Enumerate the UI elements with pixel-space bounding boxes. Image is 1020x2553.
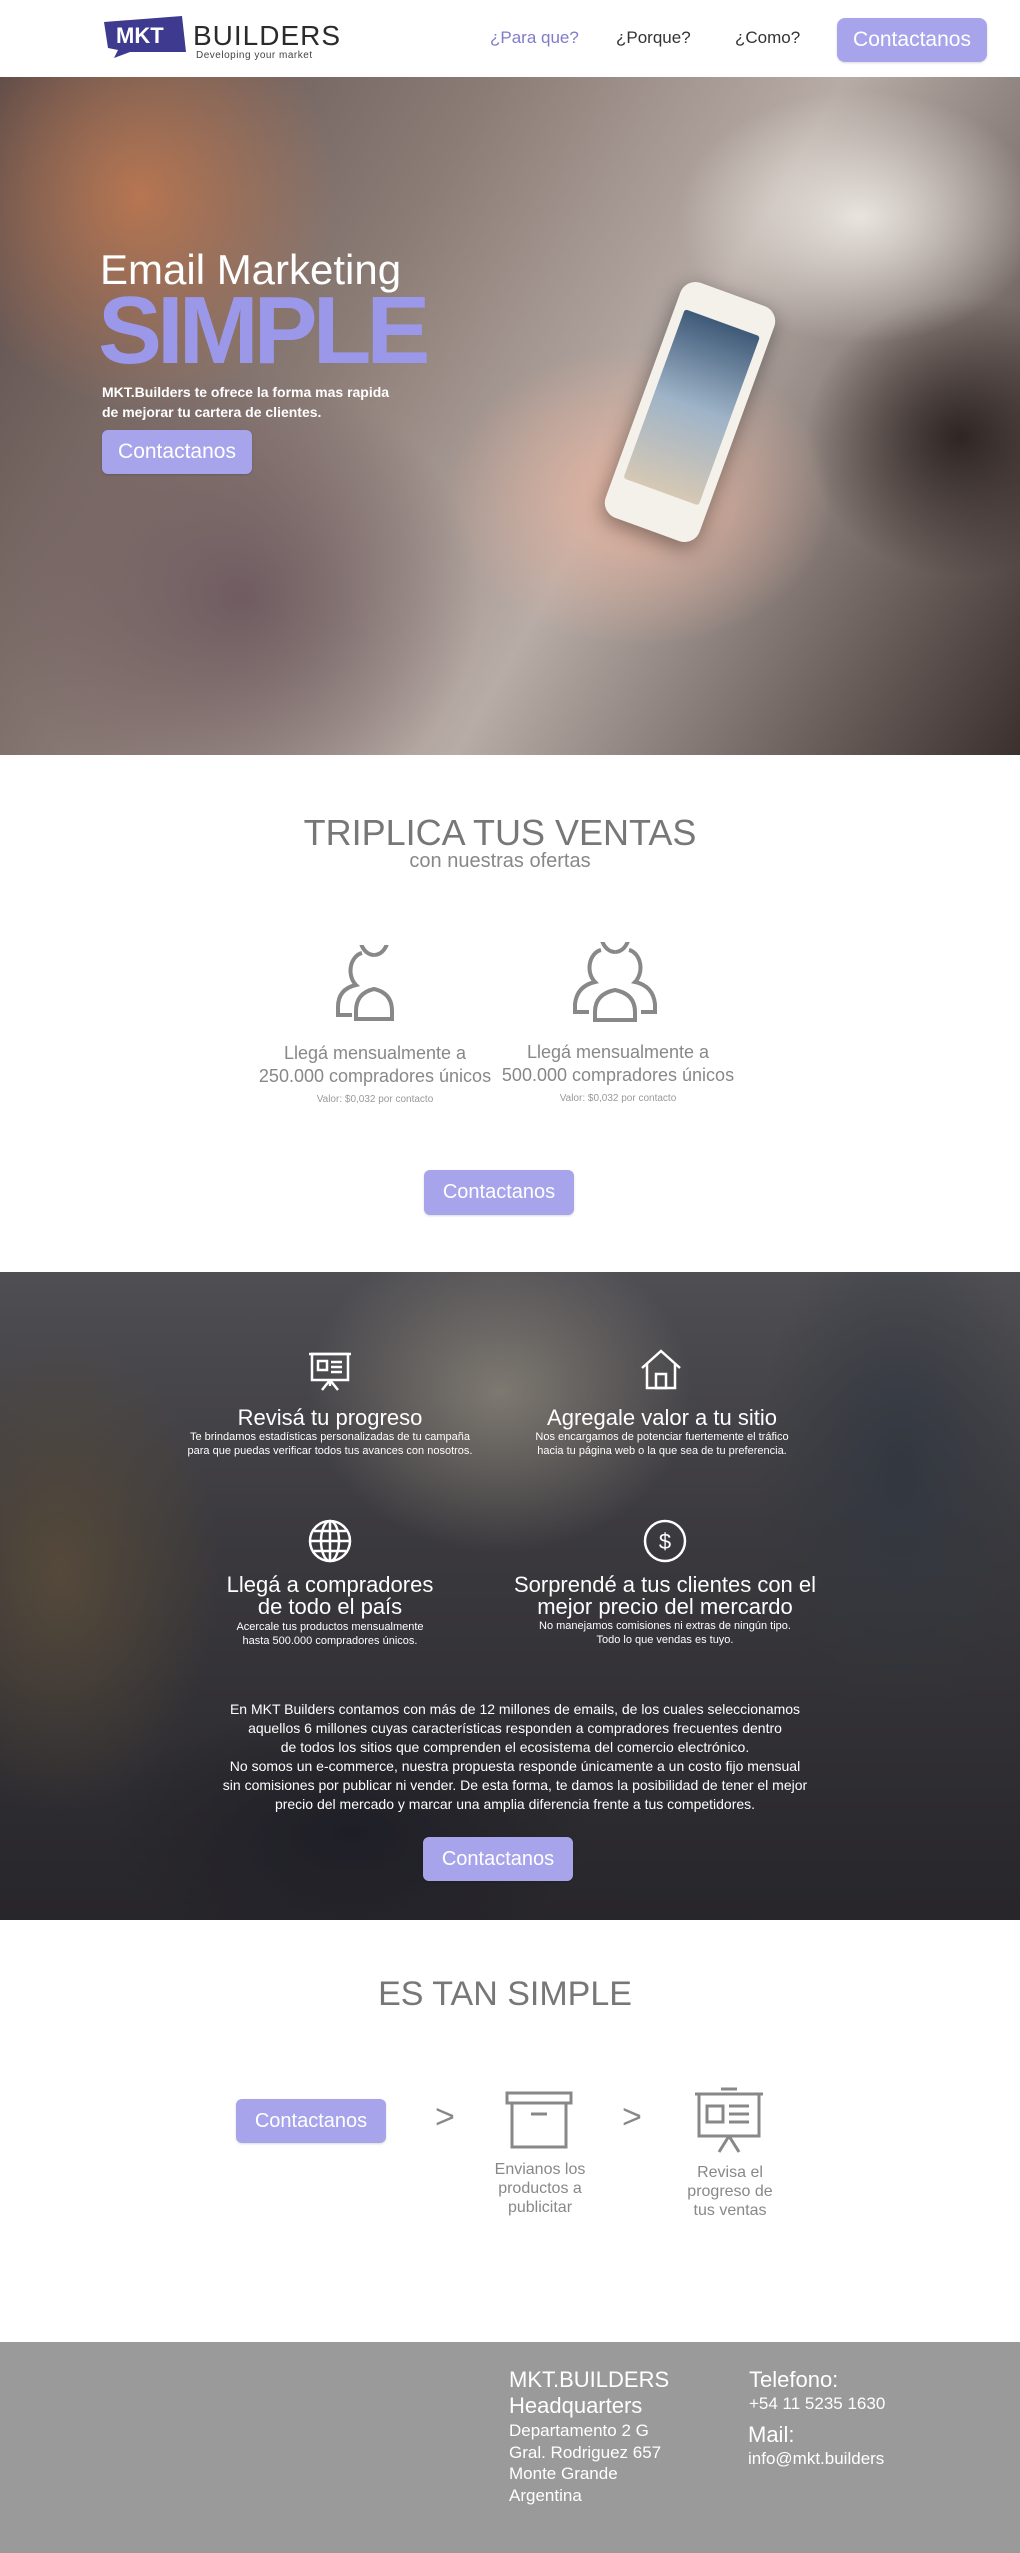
footer-address-line: Gral. Rodriguez 657 (509, 2443, 662, 2462)
footer-address-line: Departamento 2 G (509, 2421, 649, 2440)
feature-reach-desc-line1: Acercale tus productos mensualmente (236, 1621, 424, 1633)
nav-contact-button[interactable]: Contactanos (837, 18, 987, 62)
step-review-line1: Revisa el (697, 2164, 763, 2181)
feature-value-desc-line1: Nos encargamos de potenciar fuertemente … (535, 1431, 789, 1443)
feature-value-title: Agregale valor a tu sitio (547, 1405, 777, 1430)
globe-icon (308, 1519, 352, 1563)
top-navbar: MKT BUILDERS Developing your market ¿Par… (0, 0, 1020, 77)
feature-price-desc-line1: No manejamos comisiones ni extras de nin… (539, 1620, 791, 1632)
section-title-triplica: TRIPLICA TUS VENTAS (303, 812, 697, 853)
about-line: aquellos 6 millones cuyas característica… (248, 1720, 782, 1736)
nav-link-como[interactable]: ¿Como? (735, 28, 800, 48)
feature-price-title: Sorprendé a tus clientes con el mejor pr… (500, 1574, 830, 1618)
house-icon (641, 1349, 681, 1390)
offer-250k-line2: 250.000 compradores únicos (258, 1066, 492, 1086)
footer-phone[interactable]: +54 11 5235 1630 (749, 2393, 885, 2414)
triplica-contact-button[interactable]: Contactanos (424, 1170, 574, 1215)
step-review-progress-text: Revisa el progreso de tus ventas (660, 2163, 800, 2220)
feature-value-desc-line2: hacia tu página web o la que sea de tu p… (537, 1445, 787, 1457)
feature-value-desc: Nos encargamos de potenciar fuertemente … (512, 1430, 812, 1458)
offer-500k-line2: 500.000 compradores únicos (501, 1065, 735, 1085)
feature-progress-desc-line1: Te brindamos estadísticas personalizadas… (189, 1431, 471, 1443)
step-review-line2: progreso de (687, 2183, 773, 2200)
offer-500k-value: Valor: $0,032 por contacto (559, 1093, 677, 1104)
feature-price-title-line1: Sorprendé a tus clientes con el (513, 1572, 817, 1597)
feature-progress-title: Revisá tu progreso (237, 1405, 423, 1430)
about-line: No somos un e-commerce, nuestra propuest… (229, 1758, 801, 1774)
two-users-icon (336, 945, 394, 1021)
feature-reach-desc: Acercale tus productos mensualmente hast… (180, 1620, 480, 1648)
feature-reach-title-line1: Llegá a compradores (226, 1572, 434, 1597)
feature-reach-title-line2: de todo el país (257, 1594, 403, 1619)
dollar-coin-icon: $ (643, 1519, 687, 1563)
presentation-board-icon (695, 2087, 763, 2153)
step-send-line3: publicitar (507, 2199, 573, 2216)
footer-phone-label: Telefono: (749, 2367, 839, 2392)
three-users-icon (573, 942, 657, 1022)
logo-tagline: Developing your market (196, 50, 313, 61)
simple-contact-button[interactable]: Contactanos (236, 2099, 386, 2143)
about-line: de todos los sitios que comprenden el ec… (280, 1739, 750, 1755)
about-paragraph: En MKT Builders contamos con más de 12 m… (200, 1700, 830, 1814)
step-arrow: > (622, 2098, 642, 2136)
feature-progress-desc: Te brindamos estadísticas personalizadas… (170, 1430, 490, 1458)
step-review-line3: tus ventas (693, 2202, 767, 2219)
presentation-board-icon (309, 1352, 351, 1391)
hero-contact-button[interactable]: Contactanos (102, 430, 252, 474)
logo-text[interactable]: BUILDERS (193, 20, 341, 52)
smartphone-image (600, 277, 780, 547)
features-contact-button[interactable]: Contactanos (423, 1837, 573, 1881)
footer-address-line: Monte Grande (509, 2464, 618, 2483)
offer-500k-text: Llegá mensualmente a 500.000 compradores… (498, 1041, 738, 1087)
step-send-line2: productos a (498, 2180, 582, 2197)
footer-company: MKT.BUILDERS (509, 2367, 670, 2392)
archive-box-icon (505, 2091, 573, 2149)
feature-reach-desc-line2: hasta 500.000 compradores únicos. (242, 1635, 418, 1647)
feature-price-title-line2: mejor precio del mercardo (537, 1594, 793, 1619)
section-subtitle-triplica: con nuestras ofertas (409, 850, 591, 872)
footer-mail-label: Mail: (748, 2422, 795, 2447)
svg-text:$: $ (659, 1529, 671, 1554)
offer-250k-line1: Llegá mensualmente a (283, 1043, 467, 1063)
nav-link-para-que[interactable]: ¿Para que? (490, 28, 579, 48)
offer-500k-line1: Llegá mensualmente a (526, 1042, 710, 1062)
feature-price-desc-line2: Todo lo que vendas es tuyo. (596, 1634, 734, 1646)
offer-250k-value: Valor: $0,032 por contacto (316, 1094, 434, 1105)
feature-reach-title: Llegá a compradores de todo el país (180, 1574, 480, 1618)
about-line: En MKT Builders contamos con más de 12 m… (229, 1701, 801, 1717)
section-title-simple: ES TAN SIMPLE (378, 1975, 632, 2013)
footer-mail-link[interactable]: info@mkt.builders (748, 2448, 884, 2469)
about-line: sin comisiones por publicar ni vender. D… (222, 1777, 808, 1793)
hero-title: SIMPLE (98, 277, 430, 384)
nav-link-porque[interactable]: ¿Porque? (616, 28, 691, 48)
offer-250k-text: Llegá mensualmente a 250.000 compradores… (255, 1042, 495, 1088)
step-send-line1: Envianos los (494, 2161, 586, 2178)
hero-description: MKT.Builders te ofrece la forma mas rapi… (102, 384, 390, 420)
logo-badge-icon[interactable]: MKT (100, 12, 190, 60)
feature-progress-desc-line2: para que puedas verificar todos tus avan… (187, 1445, 473, 1457)
step-send-products-text: Envianos los productos a publicitar (470, 2160, 610, 2217)
logo-badge-text: MKT (116, 23, 164, 48)
step-arrow: > (435, 2098, 455, 2136)
footer-address-line: Argentina (509, 2486, 582, 2505)
footer-hq: Headquarters (509, 2393, 643, 2418)
about-line: precio del mercado y marcar una amplia d… (274, 1796, 756, 1812)
feature-price-desc: No manejamos comisiones ni extras de nin… (515, 1619, 815, 1647)
